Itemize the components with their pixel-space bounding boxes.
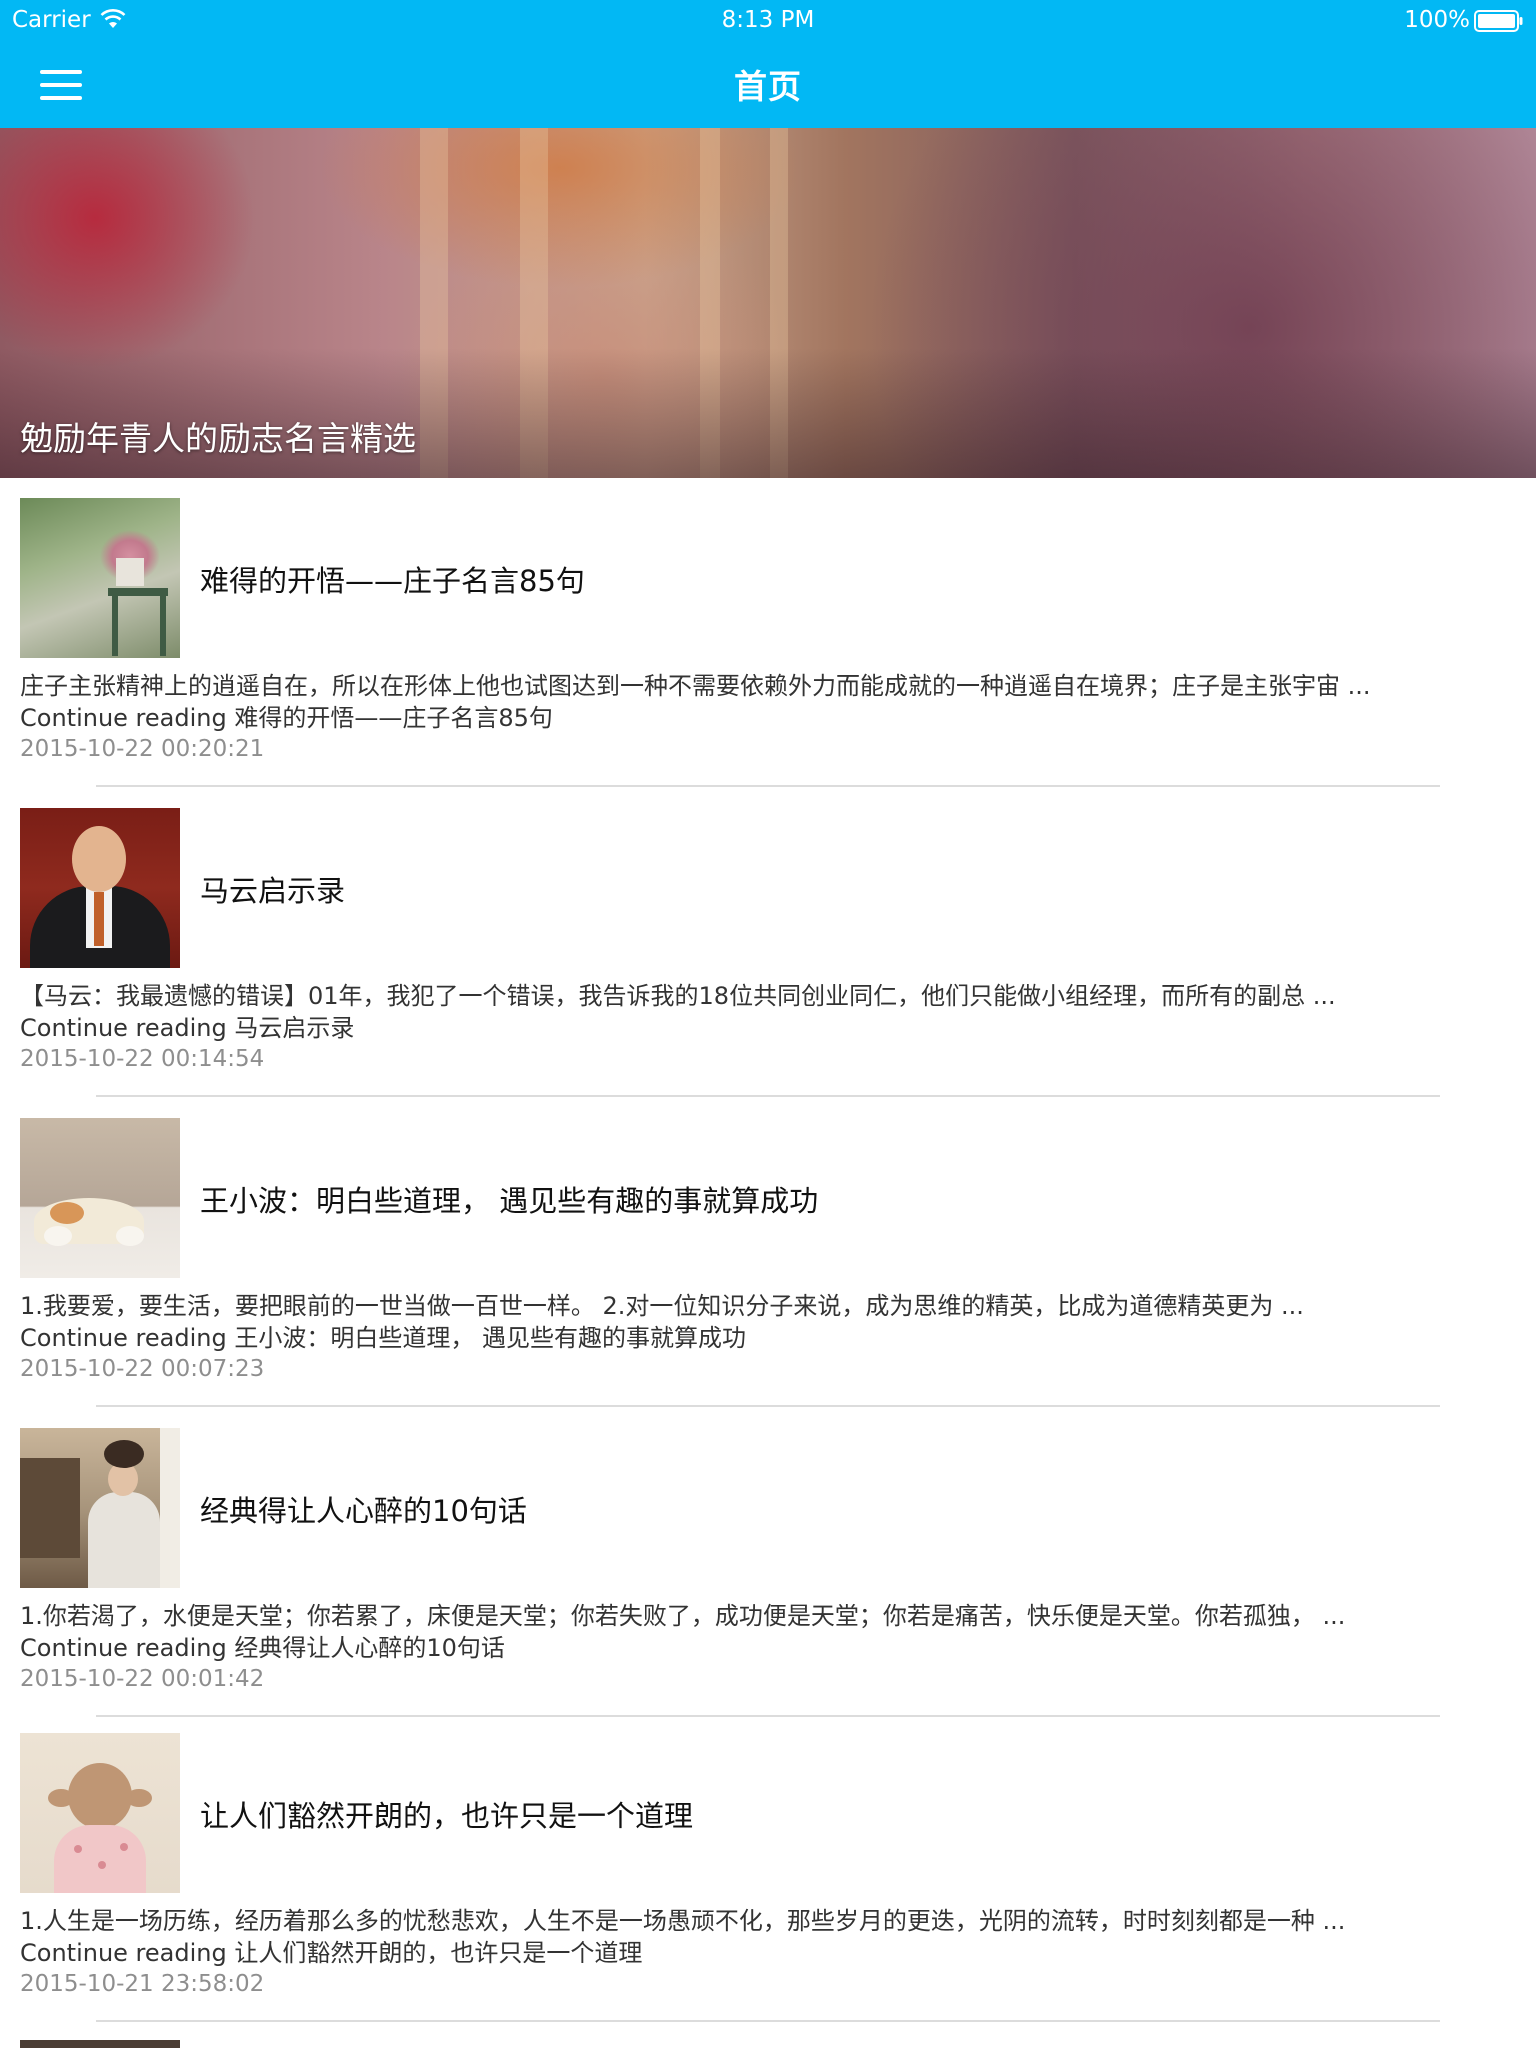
battery-icon xyxy=(1474,10,1523,32)
article-excerpt: 1.你若渴了，水便是天堂；你若累了，床便是天堂；你若失败了，成功便是天堂；你若是… xyxy=(20,1602,1346,1630)
thumbnail-detail xyxy=(120,1843,128,1851)
article-list-item[interactable]: 经典得让人心醉的10句话 1.你若渴了，水便是天堂；你若累了，床便是天堂；你若失… xyxy=(0,1408,1536,1718)
navigation-bar: Carrier 8:13 PM 100% 首页 xyxy=(0,0,1536,128)
thumbnail-detail xyxy=(68,1763,132,1829)
article-date: 2015-10-22 00:20:21 xyxy=(20,736,265,762)
article-list-item[interactable]: 难得的开悟——庄子名言85句 庄子主张精神上的逍遥自在，所以在形体上他也试图达到… xyxy=(0,478,1536,788)
thumbnail-detail xyxy=(112,596,118,656)
article-list-item[interactable]: 让人们豁然开朗的，也许只是一个道理 1.人生是一场历练，经历着那么多的忧愁悲欢，… xyxy=(0,1713,1536,2023)
article-title: 难得的开悟——庄子名言85句 xyxy=(200,564,585,598)
article-date: 2015-10-22 00:14:54 xyxy=(20,1046,265,1072)
row-divider xyxy=(96,785,1440,787)
status-bar: Carrier 8:13 PM 100% xyxy=(0,0,1536,40)
article-thumbnail xyxy=(20,1428,180,1588)
thumbnail-detail xyxy=(116,1226,144,1246)
continue-reading-link[interactable]: Continue reading 经典得让人心醉的10句话 xyxy=(20,1628,505,1663)
article-title: 王小波：明白些道理， 遇见些有趣的事就算成功 xyxy=(200,1184,819,1218)
thumbnail-detail xyxy=(72,826,126,892)
article-date: 2015-10-22 00:07:23 xyxy=(20,1356,265,1382)
thumbnail-detail xyxy=(50,1202,84,1224)
article-excerpt: 【马云：我最遗憾的错误】01年，我犯了一个错误，我告诉我的18位共同创业同仁，他… xyxy=(20,982,1336,1010)
row-divider xyxy=(96,1405,1440,1407)
row-divider xyxy=(96,1095,1440,1097)
thumbnail-detail xyxy=(116,558,144,586)
page-title: 首页 xyxy=(734,67,802,106)
article-list-item[interactable]: 王小波：明白些道理， 遇见些有趣的事就算成功 1.我要爱，要生活，要把眼前的一世… xyxy=(0,1098,1536,1408)
featured-banner[interactable]: 勉励年青人的励志名言精选 xyxy=(0,128,1536,478)
article-title: 经典得让人心醉的10句话 xyxy=(200,1494,527,1528)
next-article-thumbnail[interactable] xyxy=(20,2040,180,2048)
thumbnail-detail xyxy=(88,1492,160,1588)
continue-reading-link[interactable]: Continue reading 难得的开悟——庄子名言85句 xyxy=(20,698,553,733)
continue-reading-link[interactable]: Continue reading 让人们豁然开朗的，也许只是一个道理 xyxy=(20,1933,642,1968)
thumbnail-detail xyxy=(160,596,166,656)
article-title: 让人们豁然开朗的，也许只是一个道理 xyxy=(200,1799,694,1833)
article-thumbnail xyxy=(20,1118,180,1278)
row-divider xyxy=(96,2020,1440,2022)
article-excerpt: 1.人生是一场历练，经历着那么多的忧愁悲欢，人生不是一场愚顽不化，那些岁月的更迭… xyxy=(20,1907,1346,1935)
article-thumbnail xyxy=(20,808,180,968)
article-excerpt: 庄子主张精神上的逍遥自在，所以在形体上他也试图达到一种不需要依赖外力而能成就的一… xyxy=(20,672,1371,700)
article-list-item[interactable]: 马云启示录 【马云：我最遗憾的错误】01年，我犯了一个错误，我告诉我的18位共同… xyxy=(0,788,1536,1098)
article-excerpt: 1.我要爱，要生活，要把眼前的一世当做一百世一样。 2.对一位知识分子来说，成为… xyxy=(20,1292,1304,1320)
banner-title: 勉励年青人的励志名言精选 xyxy=(20,419,416,458)
thumbnail-detail xyxy=(20,1458,80,1558)
continue-reading-link[interactable]: Continue reading 马云启示录 xyxy=(20,1008,354,1043)
thumbnail-detail xyxy=(54,1825,146,1893)
article-thumbnail xyxy=(20,498,180,658)
clock-label: 8:13 PM xyxy=(721,7,815,33)
thumbnail-detail xyxy=(160,1428,180,1588)
thumbnail-detail xyxy=(44,1226,72,1246)
article-date: 2015-10-21 23:58:02 xyxy=(20,1971,265,1997)
article-date: 2015-10-22 00:01:42 xyxy=(20,1666,265,1692)
battery-percentage: 100% xyxy=(1404,7,1470,33)
thumbnail-detail xyxy=(104,1440,144,1468)
thumbnail-detail xyxy=(108,588,168,596)
continue-reading-link[interactable]: Continue reading 王小波：明白些道理， 遇见些有趣的事就算成功 xyxy=(20,1318,746,1353)
article-thumbnail xyxy=(20,1733,180,1893)
thumbnail-detail xyxy=(94,892,104,946)
thumbnail-detail xyxy=(98,1861,106,1869)
thumbnail-detail xyxy=(74,1845,82,1853)
article-title: 马云启示录 xyxy=(200,874,346,908)
